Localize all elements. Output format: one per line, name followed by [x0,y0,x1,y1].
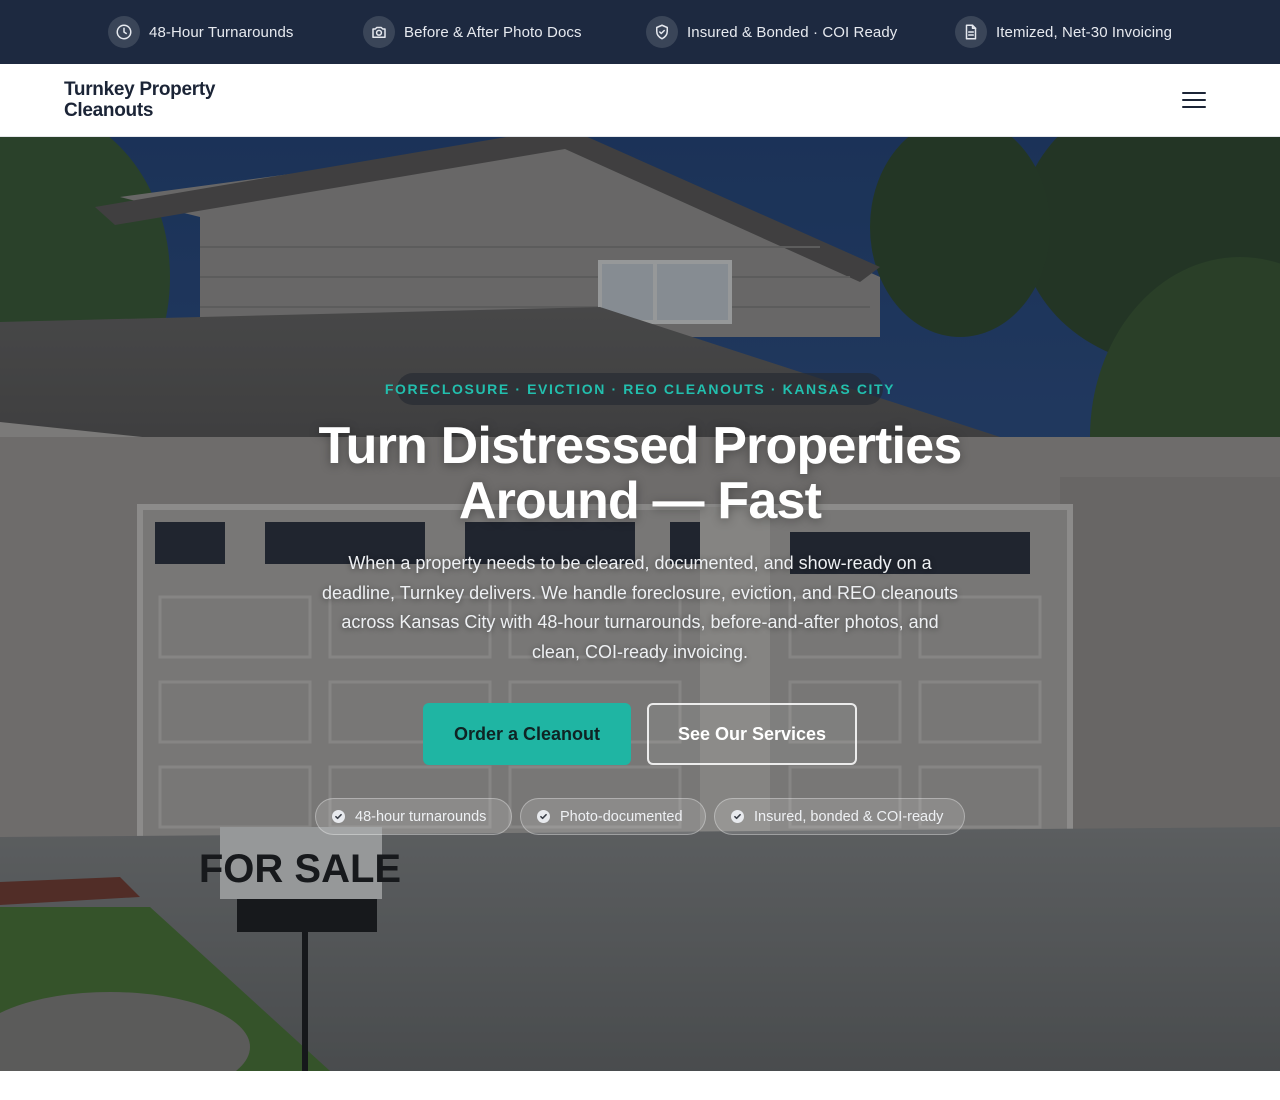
trust-item-photo-docs: Before & After Photo Docs [363,16,582,48]
trust-bar: 48-Hour Turnarounds Before & After Photo… [0,0,1280,64]
trust-item-label: Insured & Bonded · COI Ready [687,23,898,41]
see-services-button[interactable]: See Our Services [647,703,857,765]
clock-icon [108,16,140,48]
badge-photo-documented: Photo-documented [520,798,706,835]
hero-headline-line-2: Around — Fast [458,472,822,530]
trust-item-label: Itemized, Net-30 Invoicing [996,23,1173,41]
badge-insured: Insured, bonded & COI-ready [714,798,965,835]
order-cleanout-button[interactable]: Order a Cleanout [423,703,631,765]
hero-section: FOR SALE FORECLOSURE · EVICTION · REO CL… [0,137,1280,1071]
hero-headline-line-1: Turn Distressed Properties [318,417,963,475]
check-circle-icon [332,810,345,823]
trust-item-turnaround: 48-Hour Turnarounds [108,16,293,48]
hero-subhead: When a property needs to be cleared, doc… [321,553,959,662]
logo-line-2: Cleanouts [64,100,154,121]
hero-headline: Turn Distressed Properties Around — Fast [240,419,1040,529]
hero-eyebrow: FORECLOSURE · EVICTION · REO CLEANOUTS ·… [385,373,894,405]
badge-label: Insured, bonded & COI-ready [754,808,944,825]
trust-item-label: Before & After Photo Docs [404,23,582,41]
site-header: Turnkey Property Cleanouts [0,64,1280,137]
camera-icon [363,16,395,48]
badge-label: 48-hour turnarounds [355,808,487,825]
trust-item-invoicing: Itemized, Net-30 Invoicing [955,16,1172,48]
document-icon [955,16,987,48]
logo[interactable]: Turnkey Property Cleanouts [64,79,234,121]
shield-check-icon [646,16,678,48]
badge-label: Photo-documented [560,808,683,825]
logo-line-1: Turnkey Property [64,79,216,100]
badge-turnaround: 48-hour turnarounds [315,798,512,835]
check-circle-icon [731,810,744,823]
check-circle-icon [537,810,550,823]
trust-item-label: 48-Hour Turnarounds [149,23,294,41]
hamburger-menu-icon[interactable] [1176,88,1212,112]
trust-item-insured: Insured & Bonded · COI Ready [646,16,897,48]
